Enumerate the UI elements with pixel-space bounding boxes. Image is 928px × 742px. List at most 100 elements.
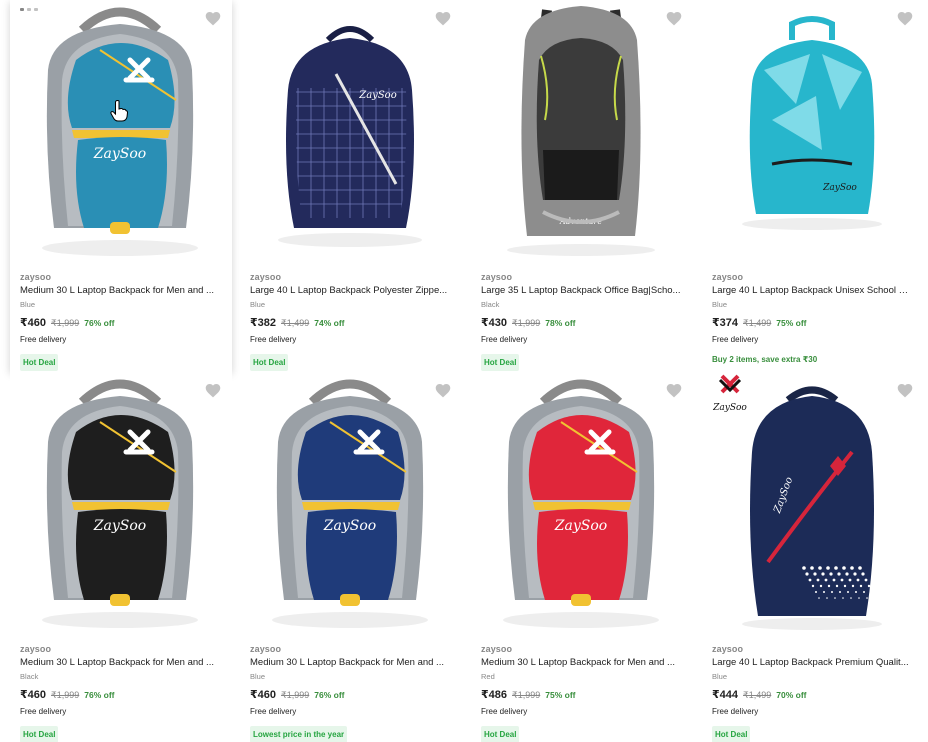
wishlist-heart-icon[interactable]	[204, 382, 222, 398]
price-row: ₹430 ₹1,999 78% off	[481, 316, 681, 330]
delivery-info: Free delivery	[712, 335, 759, 344]
product-image[interactable]: ZaySoo	[250, 0, 450, 262]
product-card[interactable]: ZaySoo zaysoo Large 40 L Laptop Backpack…	[702, 0, 924, 372]
product-image[interactable]: ZaySoo	[481, 372, 681, 634]
selling-price: ₹460	[20, 317, 47, 329]
wishlist-heart-icon[interactable]	[434, 382, 452, 398]
delivery-info: Free delivery	[481, 707, 528, 716]
deal-badge: Hot Deal	[20, 354, 59, 371]
product-info: zaysoo Medium 30 L Laptop Backpack for M…	[20, 643, 220, 742]
selling-price: ₹460	[20, 689, 47, 701]
product-card[interactable]: ZaySoo zaysoo Medium 30 L Laptop Backpac…	[10, 0, 232, 372]
discount-percent: 74% off	[314, 318, 345, 328]
price-row: ₹382 ₹1,499 74% off	[250, 316, 450, 330]
svg-text:ZaySoo: ZaySoo	[323, 518, 376, 534]
product-image[interactable]: ZaySoo	[20, 372, 220, 634]
product-info: zaysoo Large 40 L Laptop Backpack Premiu…	[712, 643, 912, 742]
original-price: ₹1,999	[51, 318, 80, 328]
product-title[interactable]: Large 35 L Laptop Backpack Office Bag|Sc…	[481, 284, 681, 298]
product-card[interactable]: Adventure zaysoo Large 35 L Laptop Backp…	[471, 0, 693, 372]
product-info: zaysoo Medium 30 L Laptop Backpack for M…	[481, 643, 681, 742]
product-color: Blue	[712, 300, 728, 309]
delivery-info: Free delivery	[481, 335, 528, 344]
wishlist-heart-icon[interactable]	[896, 10, 914, 26]
svg-text:ZaySoo: ZaySoo	[93, 518, 146, 534]
product-brand: zaysoo	[20, 272, 52, 282]
delivery-info: Free delivery	[20, 335, 67, 344]
product-color: Black	[481, 300, 500, 309]
product-title[interactable]: Medium 30 L Laptop Backpack for Men and …	[20, 284, 220, 298]
wishlist-heart-icon[interactable]	[665, 10, 683, 26]
svg-text:ZaySoo: ZaySoo	[822, 183, 857, 193]
product-info: zaysoo Large 35 L Laptop Backpack Office…	[481, 271, 681, 371]
delivery-info: Free delivery	[712, 707, 759, 716]
selling-price: ₹486	[481, 689, 508, 701]
discount-percent: 75% off	[776, 318, 807, 328]
product-brand: zaysoo	[250, 644, 282, 654]
original-price: ₹1,499	[743, 318, 772, 328]
selling-price: ₹430	[481, 317, 508, 329]
selling-price: ₹382	[250, 317, 277, 329]
deal-badge: Lowest price in the year	[250, 726, 348, 742]
wishlist-heart-icon[interactable]	[204, 10, 222, 26]
product-color: Blue	[250, 672, 266, 681]
wishlist-heart-icon[interactable]	[665, 382, 683, 398]
svg-text:ZaySoo: ZaySoo	[358, 90, 396, 101]
selling-price: ₹374	[712, 317, 739, 329]
product-title[interactable]: Large 40 L Laptop Backpack Unisex School…	[712, 284, 912, 298]
product-image[interactable]: Adventure	[481, 0, 681, 262]
brand-logo-text: ZaySoo	[712, 403, 747, 413]
original-price: ₹1,999	[281, 690, 310, 700]
original-price: ₹1,999	[512, 318, 541, 328]
deal-badge: Hot Deal	[481, 354, 520, 371]
product-title[interactable]: Large 40 L Laptop Backpack Polyester Zip…	[250, 284, 450, 298]
delivery-info: Free delivery	[250, 707, 297, 716]
selling-price: ₹460	[250, 689, 277, 701]
product-card[interactable]: ZaySoo zaysoo Medium 30 L Laptop Backpac…	[471, 372, 693, 742]
delivery-info: Free delivery	[250, 335, 297, 344]
product-color: Black	[20, 672, 39, 681]
original-price: ₹1,499	[281, 318, 310, 328]
deal-badge: Hot Deal	[250, 354, 289, 371]
product-image[interactable]: ZaySoo	[20, 0, 220, 262]
product-brand: zaysoo	[481, 272, 513, 282]
bank-offer: Buy 2 items, save extra ₹30	[712, 355, 818, 364]
discount-percent: 76% off	[314, 690, 345, 700]
price-row: ₹444 ₹1,499 70% off	[712, 688, 912, 702]
svg-text:ZaySoo: ZaySoo	[554, 518, 607, 534]
wishlist-heart-icon[interactable]	[434, 10, 452, 26]
svg-text:ZaySoo: ZaySoo	[93, 146, 146, 162]
product-brand: zaysoo	[481, 644, 513, 654]
deal-badge: Hot Deal	[712, 726, 751, 742]
product-image[interactable]: ZaySoo	[250, 372, 450, 634]
product-card[interactable]: ZaySoo zaysoo Medium 30 L Laptop Backpac…	[240, 372, 462, 742]
product-color: Red	[481, 672, 495, 681]
delivery-info: Free delivery	[20, 707, 67, 716]
product-grid: ZaySoo zaysoo Medium 30 L Laptop Backpac…	[0, 0, 928, 742]
product-title[interactable]: Medium 30 L Laptop Backpack for Men and …	[481, 656, 681, 670]
discount-percent: 76% off	[84, 690, 115, 700]
price-row: ₹460 ₹1,999 76% off	[20, 316, 220, 330]
product-title[interactable]: Large 40 L Laptop Backpack Premium Quali…	[712, 656, 912, 670]
discount-percent: 75% off	[545, 690, 576, 700]
product-color: Blue	[712, 672, 728, 681]
product-brand: zaysoo	[20, 644, 52, 654]
deal-badge: Hot Deal	[20, 726, 59, 742]
discount-percent: 70% off	[776, 690, 807, 700]
product-card[interactable]: ZaySoo zaysoo Large 40 L Laptop Backpack…	[240, 0, 462, 372]
product-title[interactable]: Medium 30 L Laptop Backpack for Men and …	[250, 656, 450, 670]
product-card[interactable]: ZaySoo zaysoo Medium 30 L Laptop Backpac…	[10, 372, 232, 742]
product-brand: zaysoo	[712, 644, 744, 654]
discount-percent: 78% off	[545, 318, 576, 328]
wishlist-heart-icon[interactable]	[896, 382, 914, 398]
brand-logo: ZaySoo	[712, 372, 748, 416]
hand-pointer-icon	[110, 100, 129, 122]
discount-percent: 76% off	[84, 318, 115, 328]
original-price: ₹1,999	[512, 690, 541, 700]
product-brand: zaysoo	[250, 272, 282, 282]
product-title[interactable]: Medium 30 L Laptop Backpack for Men and …	[20, 656, 220, 670]
product-image[interactable]: ZaySoo	[712, 0, 912, 262]
product-card[interactable]: ZaySoo ZaySoo zaysoo Large 40 L Laptop B…	[702, 372, 924, 742]
deal-badge: Hot Deal	[481, 726, 520, 742]
price-row: ₹486 ₹1,999 75% off	[481, 688, 681, 702]
